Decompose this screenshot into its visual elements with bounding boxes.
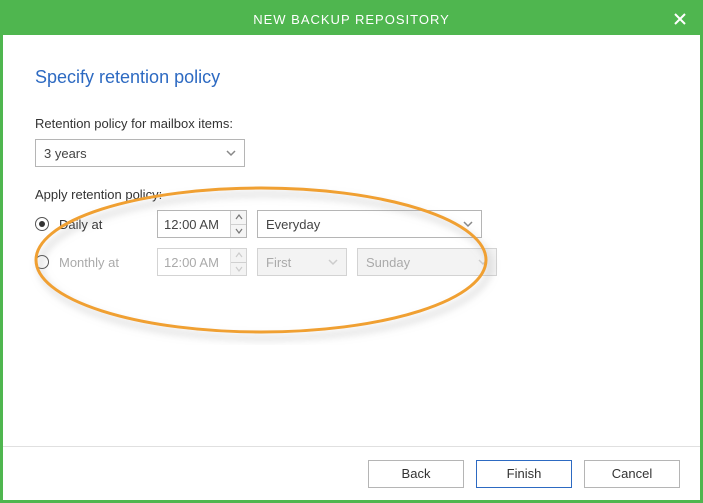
daily-day-value: Everyday [266,217,320,232]
spinner-buttons [230,211,246,237]
monthly-ordinal-dropdown: First [257,248,347,276]
daily-row: Daily at 12:00 AM Everyday [35,210,668,238]
dialog-window: NEW BACKUP REPOSITORY Specify retention … [0,0,703,503]
retention-label: Retention policy for mailbox items: [35,116,668,131]
window-title: NEW BACKUP REPOSITORY [253,12,450,27]
daily-radio[interactable] [35,217,49,231]
close-icon [674,13,686,25]
footer: Back Finish Cancel [3,446,700,500]
daily-day-dropdown[interactable]: Everyday [257,210,482,238]
chevron-down-icon [463,217,473,232]
chevron-down-icon [235,266,243,272]
chevron-up-icon [235,252,243,258]
spinner-down-button[interactable] [231,224,246,238]
titlebar: NEW BACKUP REPOSITORY [3,3,700,35]
chevron-up-icon [235,214,243,220]
monthly-day-value: Sunday [366,255,410,270]
back-button[interactable]: Back [368,460,464,488]
spinner-up-button [231,249,246,262]
chevron-down-icon [478,255,488,270]
daily-time-spinner[interactable]: 12:00 AM [157,210,247,238]
chevron-down-icon [226,146,236,161]
spinner-buttons [230,249,246,275]
monthly-radio[interactable] [35,255,49,269]
spinner-up-button[interactable] [231,211,246,224]
page-title: Specify retention policy [35,67,668,88]
chevron-down-icon [328,255,338,270]
retention-value: 3 years [44,146,87,161]
monthly-ordinal-value: First [266,255,291,270]
finish-button[interactable]: Finish [476,460,572,488]
monthly-time-spinner: 12:00 AM [157,248,247,276]
content-area: Specify retention policy Retention polic… [3,35,700,446]
apply-label: Apply retention policy: [35,187,668,202]
monthly-radio-label: Monthly at [59,255,147,270]
monthly-row: Monthly at 12:00 AM First Sunday [35,248,668,276]
retention-dropdown[interactable]: 3 years [35,139,245,167]
daily-time-value: 12:00 AM [158,211,230,237]
spinner-down-button [231,262,246,276]
chevron-down-icon [235,228,243,234]
cancel-button[interactable]: Cancel [584,460,680,488]
monthly-time-value: 12:00 AM [158,249,230,275]
daily-radio-label: Daily at [59,217,147,232]
monthly-day-dropdown: Sunday [357,248,497,276]
close-button[interactable] [670,9,690,29]
